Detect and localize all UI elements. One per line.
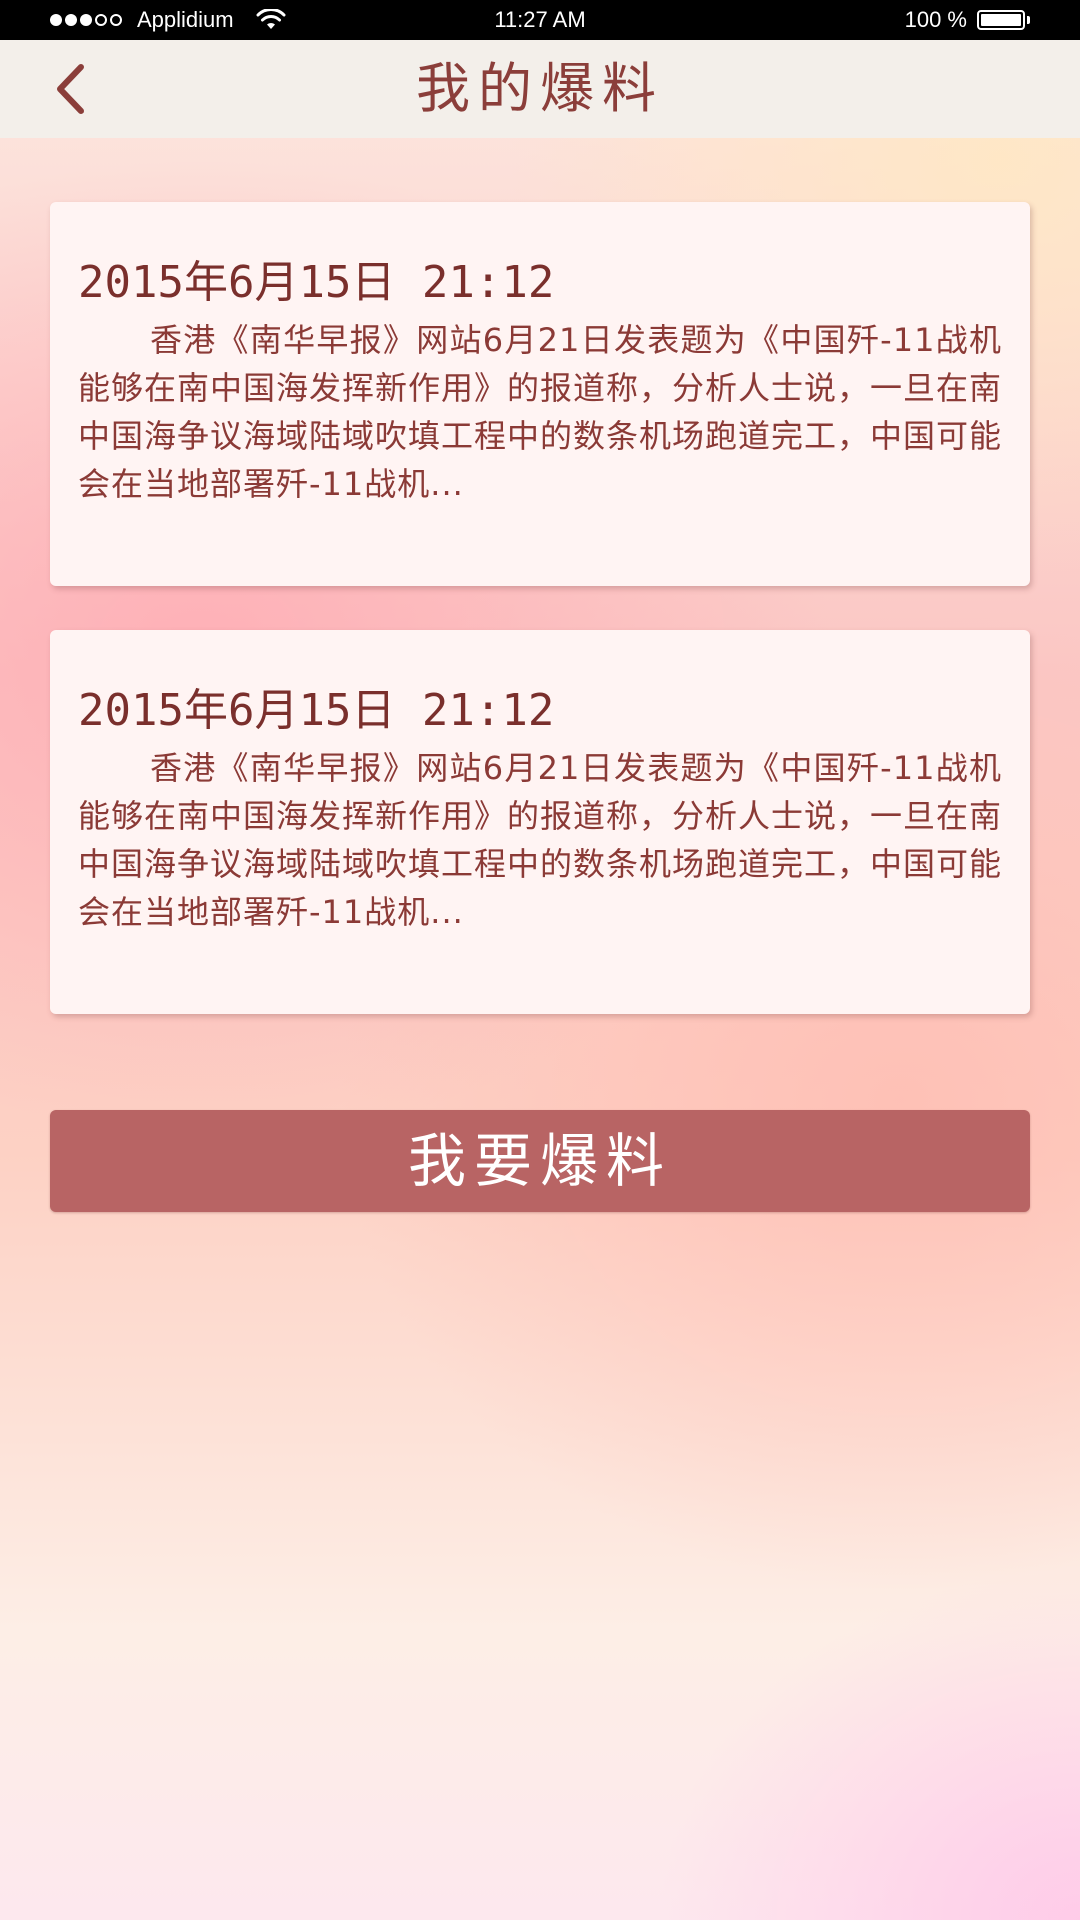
battery-icon xyxy=(977,10,1025,30)
submit-tip-button[interactable]: 我要爆料 xyxy=(50,1110,1030,1212)
nav-bar: 我的爆料 xyxy=(0,40,1080,138)
status-right: 100 % xyxy=(905,0,1030,40)
battery-tip xyxy=(1027,16,1030,24)
post-date: 2015年6月15日 21:12 xyxy=(78,685,555,736)
status-bar: Applidium 11:27 AM 100 % xyxy=(0,0,1080,40)
post-body: 香港《南华早报》网站6月21日发表题为《中国歼-11战机能够在南中国海发挥新作用… xyxy=(78,321,1003,503)
post-body: 香港《南华早报》网站6月21日发表题为《中国歼-11战机能够在南中国海发挥新作用… xyxy=(78,749,1003,931)
page-title: 我的爆料 xyxy=(416,57,664,120)
battery-fill xyxy=(981,14,1021,26)
post-date: 2015年6月15日 21:12 xyxy=(78,257,555,308)
post-card[interactable]: 2015年6月15日 21:12 香港《南华早报》网站6月21日发表题为《中国歼… xyxy=(50,202,1030,586)
post-card[interactable]: 2015年6月15日 21:12 香港《南华早报》网站6月21日发表题为《中国歼… xyxy=(50,630,1030,1014)
battery-percent: 100 % xyxy=(904,7,967,32)
